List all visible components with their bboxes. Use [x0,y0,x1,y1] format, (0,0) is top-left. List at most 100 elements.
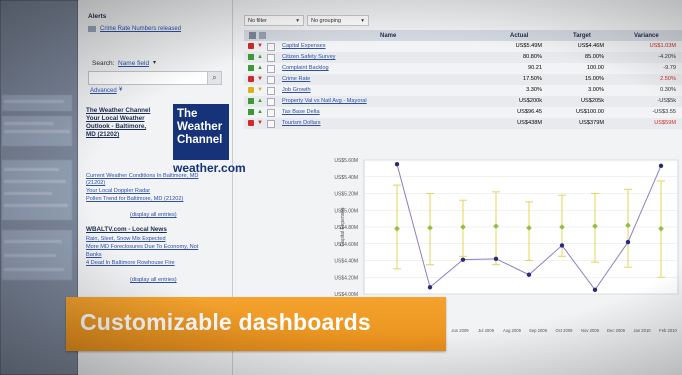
row-name[interactable]: Tax Base Delta [282,109,320,116]
chevron-down-icon[interactable]: ▾ [153,60,156,66]
news-title[interactable]: WBALTV.com - Local News [86,226,167,233]
collapse-icon[interactable] [267,87,275,95]
advanced-search-link[interactable]: Advanced [90,88,117,94]
row-name[interactable]: Citizen Safety Survey [282,54,335,61]
red-status-icon [248,76,254,82]
video-frame: Alerts Crime Rate Numbers released Searc… [0,0,682,375]
trend-icon: ▲ [257,65,263,71]
table-row[interactable]: ▲ Citizen Safety Survey 80.80% 85.00% -4.20% [244,52,682,63]
row-name[interactable]: Crime Rate [282,76,310,83]
row-variance: 0.30% [660,87,676,93]
col-actual[interactable]: Actual [510,33,528,39]
news-item[interactable]: Rain, Sleet, Snow Mix Expected [86,236,166,243]
trend-icon: ▼ [257,120,263,126]
search-label: Search: [92,60,115,67]
collapse-icon[interactable] [267,43,275,51]
search-icon[interactable]: ⌕ [207,71,222,85]
table-row[interactable]: ▼ Capital Expenses US$5.49M US$4.46M US$1.03… [244,41,682,52]
weather-link-conditions-zip[interactable]: (21202) [86,180,105,187]
row-variance: US$1.03M [649,43,676,49]
table-row[interactable]: ▼ Crime Rate 17.50% 15.00% 2.50% [244,74,682,85]
chevron-down-icon: ▾ [361,18,364,24]
collapse-icon[interactable] [267,54,275,62]
table-row[interactable]: ▼ Tourism Dollars US$438M US$379M US$59M [244,118,682,129]
x-tick-label: Jan 2010 [633,328,651,333]
row-name[interactable]: Capital Expenses [282,43,326,50]
row-variance: -4.20% [658,54,676,60]
collapse-icon[interactable] [267,65,275,73]
row-target: US$100.00 [576,109,604,115]
col-variance[interactable]: Variance [634,33,659,39]
x-tick-label: Nov 2009 [581,328,600,333]
news-item[interactable]: 4 Dead In Baltimore Rowhouse Fire [86,260,175,267]
trend-icon: ▼ [257,43,263,49]
news-item[interactable]: More MD Foreclosures Due To Economy, Not [86,244,198,251]
actual-point [427,285,433,290]
trend-icon: ▲ [257,98,263,104]
table-header: Name Actual Target Variance [244,30,682,41]
search-field-link[interactable]: Name field [118,60,149,68]
col-target[interactable]: Target [573,33,591,39]
row-name[interactable]: Job Growth [282,87,311,94]
actual-point [460,257,466,262]
row-target: US$205k [580,98,604,104]
collapse-icon[interactable] [267,109,275,117]
table-row[interactable]: ▲ Complaint Backlog 90.21 100.00 -9.79 [244,63,682,74]
y-tick-label: US$5.00M [334,208,358,214]
banner-text: Customizable dashboards [80,309,371,335]
weather-headline-4[interactable]: MD (21202) [86,131,119,138]
chevron-down-icon: ▾ [296,18,299,24]
y-tick-label: US$4.60M [334,242,358,248]
weather-link-radar[interactable]: Your Local Doppler Radar [86,188,150,195]
logo-text-1: The [177,108,198,120]
filter-select[interactable]: No filter ▾ [244,15,304,26]
table-row[interactable]: ▼ Job Growth 3.30% 3.00% 0.30% [244,85,682,96]
filter-value: No filter [248,18,267,24]
y-tick-label: US$4.40M [334,259,358,265]
row-name[interactable]: Tourism Dollars [282,120,321,127]
y-tick-label: US$5.60M [334,158,358,164]
actual-point [625,239,631,245]
weather-headline-3[interactable]: Outlook - Baltimore, [86,123,146,130]
red-status-icon [248,43,254,49]
search-input[interactable] [88,71,208,85]
x-tick-label: Dec 2009 [607,328,626,333]
row-target: 100.00 [586,65,604,71]
weather-headline-1[interactable]: The Weather Channel [86,107,150,114]
alert-link[interactable]: Crime Rate Numbers released [100,26,181,32]
collapse-icon[interactable] [267,120,275,128]
view-icon[interactable] [259,32,266,39]
grouping-value: No grouping [311,18,341,24]
table-row[interactable]: ▲ Tax Base Delta US$96.45 US$100.00 -US$3.55 [244,107,682,118]
row-name[interactable]: Property Val vs Natl Avg - Mayoral [282,98,367,105]
grouping-select[interactable]: No grouping ▾ [307,15,369,26]
row-target: 3.00% [588,87,604,93]
row-actual: US$96.45 [517,109,542,115]
red-status-icon [248,120,254,126]
row-actual: 80.80% [523,54,542,60]
weather-display-all[interactable]: (display all entries) [130,212,177,219]
yellow-status-icon [248,87,254,93]
y-tick-label: US$4.80M [334,225,358,231]
row-target: US$379M [579,120,604,126]
row-target: 85.00% [585,54,604,60]
y-tick-label: US$5.40M [334,175,358,181]
weather-headline-2[interactable]: Your Local Weather [86,115,145,122]
row-target: US$4.46M [577,43,604,49]
y-tick-label: US$5.20M [334,192,358,198]
x-tick-label: Jul 2009 [478,328,495,333]
news-display-all[interactable]: (display all entries) [130,277,177,284]
logo-text-3: Channel [177,134,223,146]
weather-link-pollen[interactable]: Pollen Trend for Baltimore, MD (21202) [86,196,183,203]
collapse-icon[interactable] [267,98,275,106]
collapse-icon[interactable] [267,76,275,84]
day-icon[interactable] [249,32,256,39]
col-name[interactable]: Name [380,33,396,39]
row-name[interactable]: Complaint Backlog [282,65,329,72]
news-item[interactable]: Banks [86,252,102,259]
actual-point [493,256,499,262]
table-row[interactable]: ▲ Property Val vs Natl Avg - Mayoral US$20… [244,96,682,107]
weather-link-conditions[interactable]: Current Weather Conditions In Baltimore,… [86,173,198,180]
row-variance: -US$3.55 [652,109,676,115]
actual-point [592,287,598,293]
